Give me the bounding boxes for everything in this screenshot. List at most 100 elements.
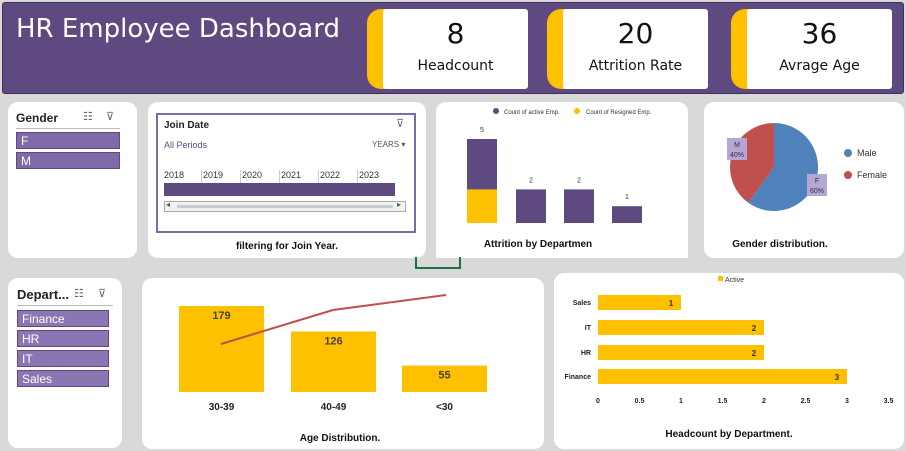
department-item-finance[interactable]: Finance [17, 310, 109, 327]
timeline-year-label[interactable]: 2021 [281, 170, 301, 180]
data-label: 2 [752, 349, 757, 358]
legend-label: Count of active Emp. [504, 110, 560, 116]
tick-label: 2 [762, 398, 766, 405]
kpi-headcount-value: 8 [446, 17, 465, 50]
kpi-attrition-label: Attrition Rate [588, 58, 683, 74]
timeline-year-label[interactable]: 2020 [242, 170, 262, 180]
clear-filter-icon[interactable]: ⊽ [106, 110, 114, 123]
department-slicer-title: Depart... [17, 287, 70, 302]
headcount-chart: Active 1 Sales 2 IT 2 HR 3 Finance 0 0.5 1 1.5 2 2.5 3 3… [565, 276, 894, 440]
timeline-period: All Periods [164, 140, 208, 150]
timeline-caption: filtering for Join Year. [235, 241, 339, 252]
timeline-year-label[interactable]: 2022 [320, 170, 340, 180]
timeline-year-label[interactable]: 2019 [203, 170, 223, 180]
data-label: 55 [438, 370, 450, 382]
timeline-bar[interactable] [164, 183, 395, 196]
data-label: 1 [625, 194, 629, 201]
category-label: 40-49 [321, 402, 347, 413]
data-label: 1 [669, 299, 674, 308]
category-label: HR [581, 350, 591, 357]
clear-filter-icon[interactable]: ⊽ [396, 117, 404, 130]
gender-slicer: Gender ☷ ⊽ F M [8, 102, 137, 258]
page-title: HR Employee Dashboard [16, 14, 340, 44]
slice-label: M [734, 142, 740, 149]
tick-label: 1.5 [718, 398, 728, 405]
scrollbar-track [177, 205, 393, 208]
kpi-attrition-value: 20 [617, 17, 654, 50]
kpi-age-value: 36 [801, 17, 838, 50]
slicer-divider [16, 128, 120, 129]
clear-filter-icon[interactable]: ⊽ [98, 287, 106, 300]
gender-slicer-title: Gender [16, 111, 59, 125]
department-slicer: Depart... ☷ ⊽ Finance HR IT Sales [8, 278, 122, 448]
gender-chart-panel: F 60% M 40% Male Female Gender distribution. [704, 102, 904, 258]
slice-label: 60% [810, 188, 824, 195]
bar-active [612, 206, 642, 223]
data-label: 179 [212, 310, 230, 322]
scroll-right-icon[interactable]: ▸ [397, 200, 401, 209]
multi-select-icon[interactable]: ☷ [83, 110, 93, 123]
chevron-down-icon: ▾ [401, 140, 406, 149]
slice-label: F [815, 178, 819, 185]
bar-active [564, 189, 594, 223]
gender-item-m[interactable]: M [16, 152, 120, 169]
multi-select-icon[interactable]: ☷ [74, 287, 84, 300]
tick-label: 3.5 [884, 398, 894, 405]
slice-label: 40% [730, 152, 744, 159]
legend-marker [493, 108, 499, 114]
headcount-bar [598, 369, 847, 384]
legend-marker [844, 149, 852, 157]
legend-marker [718, 276, 723, 281]
department-item-it[interactable]: IT [17, 350, 109, 367]
timeline-scrollbar[interactable]: ◂ ▸ [164, 200, 406, 212]
timeline-panel: Join Date ⊽ All Periods YEARS ▾ 2018 2019… [148, 102, 426, 258]
data-label: 126 [324, 335, 342, 347]
timeline-year-label[interactable]: 2023 [359, 170, 379, 180]
attrition-chart-panel: Count of active Emp. Count of Resigned Em… [436, 102, 688, 258]
department-item-sales[interactable]: Sales [17, 370, 109, 387]
legend-label: Active [725, 277, 744, 284]
data-label: 3 [835, 373, 840, 382]
headcount-chart-panel: Active 1 Sales 2 IT 2 HR 3 Finance 0 0.5 1 1.5 2 2.5 3 3… [554, 273, 904, 449]
category-label: <30 [436, 402, 453, 413]
category-label: 30-39 [209, 402, 235, 413]
legend-marker [844, 171, 852, 179]
slicer-divider [17, 305, 113, 306]
tick-label: 2.5 [801, 398, 811, 405]
kpi-age-card: 36 Avrage Age [731, 9, 892, 89]
legend-label: Female [857, 170, 887, 180]
tick-label: 1 [679, 398, 683, 405]
bar-active [516, 189, 546, 223]
data-label: 2 [577, 177, 581, 184]
tick-label: 0 [596, 398, 600, 405]
timeline-unit-label: YEARS [372, 140, 400, 149]
timeline-year-label[interactable]: 2018 [164, 170, 184, 180]
headcount-bar [598, 345, 764, 360]
kpi-headcount-label: Headcount [417, 58, 494, 74]
timeline-slicer[interactable]: Join Date ⊽ All Periods YEARS ▾ 2018 2019… [156, 113, 416, 233]
bar-resigned [467, 189, 497, 223]
timeline-title: Join Date [164, 120, 210, 131]
legend-marker [574, 108, 580, 114]
department-item-hr[interactable]: HR [17, 330, 109, 347]
bar-active [467, 139, 497, 190]
gender-item-f[interactable]: F [16, 132, 120, 149]
data-label: 2 [529, 177, 533, 184]
kpi-headcount-card: 8 Headcount [367, 9, 528, 89]
scroll-left-icon[interactable]: ◂ [166, 200, 170, 209]
chart-title: Gender distribution. [732, 239, 828, 250]
age-chart-panel: 179 30-39 126 40-49 55 <30 Age Distribution. [142, 278, 544, 449]
cell-selection[interactable] [415, 257, 461, 269]
legend-label: Count of Resigned Emp. [586, 110, 652, 116]
chart-title: Headcount by Department. [665, 429, 792, 440]
attrition-chart: Count of active Emp. Count of Resigned Em… [436, 108, 688, 258]
chart-title: Attrition by Departmen [484, 239, 592, 250]
timeline-unit-select[interactable]: YEARS ▾ [372, 140, 405, 149]
category-label: Sales [573, 300, 591, 307]
chart-title: Age Distribution. [300, 433, 381, 444]
data-label: 2 [752, 324, 757, 333]
headcount-bar [598, 320, 764, 335]
age-distribution-chart: 179 30-39 126 40-49 55 <30 Age Distribution. [179, 294, 487, 444]
category-label: IT [585, 325, 592, 332]
data-label: 5 [480, 127, 484, 134]
